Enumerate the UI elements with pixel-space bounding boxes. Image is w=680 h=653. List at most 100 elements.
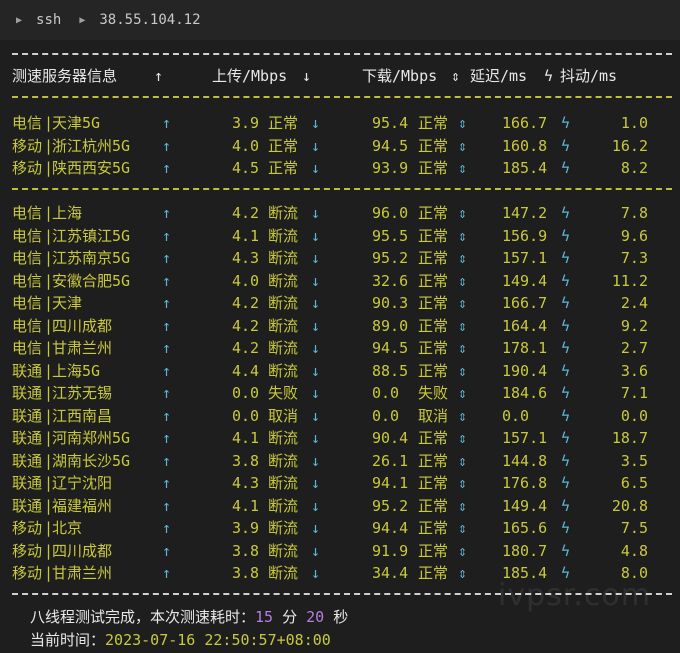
isp-name: 电信 [12,204,43,222]
bolt-icon: ϟ [561,316,571,335]
isp-name: 移动 [12,159,43,177]
city-name: 北京 [52,519,83,537]
upload-value: 3.9 [232,114,260,132]
isp-name: 联通 [12,384,43,402]
upload-value: 4.2 [232,316,260,335]
upload-value: 4.2 [232,204,260,222]
down-arrow-icon: ↓ [311,496,321,515]
upload-value: 4.0 [232,271,260,290]
latency-value: 149.4 [502,496,548,515]
download-value: 94.5 [372,136,409,155]
download-value: 96.0 [372,204,409,222]
download-value: 0.0 [372,384,400,402]
upload-status: 断流 [268,294,299,312]
play-icon: ▶ [79,14,86,26]
table-header: 测速服务器信息 ↑ 上传/Mbps ↓ 下载/Mbps ⇕ 延迟/ms ϟ 抖动… [0,65,680,87]
bolt-icon: ϟ [561,429,571,447]
down-arrow-icon: ↓ [302,67,312,85]
jitter-value: 1.0 [620,114,648,132]
table-row: 联通 | 上海5G ↑ 4.4 断流 ↓ 88.5 正常 ⇕ 190.4 ϟ 3.6 [0,360,680,382]
latency-value: 147.2 [502,204,548,222]
download-value: 0.0 [372,406,400,425]
jitter-value: 7.5 [620,519,648,537]
jitter-value: 7.1 [620,384,648,402]
upload-status: 断流 [268,249,299,267]
isp-name: 电信 [12,316,43,335]
upload-value: 3.9 [232,519,260,537]
city-name: 辽宁沈阳 [52,474,113,492]
upload-status: 正常 [268,136,299,155]
up-arrow-icon: ↑ [162,271,172,290]
isp-name: 移动 [12,541,43,560]
upload-status: 断流 [268,226,299,245]
upload-value: 4.4 [232,361,260,380]
jitter-value: 9.2 [620,316,648,335]
download-status: 正常 [418,249,449,267]
table-row: 移动 | 四川成都 ↑ 3.8 断流 ↓ 91.9 正常 ⇕ 180.7 ϟ 4.8 [0,540,680,562]
up-arrow-icon: ↑ [162,406,172,425]
upload-status: 断流 [268,564,299,582]
upload-value: 4.0 [232,136,260,155]
jitter-value: 0.0 [620,406,648,425]
up-arrow-icon: ↑ [162,474,172,492]
download-status: 失败 [418,384,449,402]
up-arrow-icon: ↑ [162,384,172,402]
bolt-icon: ϟ [561,361,571,380]
upload-value: 3.8 [232,451,260,470]
download-value: 90.3 [372,294,409,312]
app-name: ssh [36,12,62,28]
upload-status: 断流 [268,361,299,380]
table-row: 联通 | 江苏无锡 ↑ 0.0 失败 ↓ 0.0 失败 ⇕ 184.6 ϟ 7.1 [0,382,680,404]
updown-arrow-icon: ⇕ [458,541,468,560]
updown-arrow-icon: ⇕ [458,249,468,267]
header-server: 测速服务器信息 [12,67,118,85]
city-name: 湖南长沙5G [52,451,131,470]
down-arrow-icon: ↓ [311,249,321,267]
jitter-value: 8.2 [620,159,648,177]
down-arrow-icon: ↓ [311,541,321,560]
up-arrow-icon: ↑ [162,451,172,470]
terminal-output: 测速服务器信息 ↑ 上传/Mbps ↓ 下载/Mbps ⇕ 延迟/ms ϟ 抖动… [0,40,680,653]
latency-value: 149.4 [502,271,548,290]
download-status: 正常 [418,564,449,582]
header-upload: 上传/Mbps [212,67,288,85]
bolt-icon: ϟ [561,136,571,155]
footer-duration: 八线程测试完成，本次测速耗时：15 分 20 秒 [30,606,348,627]
updown-arrow-icon: ⇕ [458,339,468,357]
bolt-icon: ϟ [561,384,571,402]
bolt-icon: ϟ [561,451,571,470]
upload-value: 0.0 [232,384,260,402]
up-arrow-icon: ↑ [162,226,172,245]
upload-value: 0.0 [232,406,260,425]
isp-name: 电信 [12,294,43,312]
city-name: 上海 [52,204,83,222]
updown-arrow-icon: ⇕ [458,564,468,582]
latency-value: 178.1 [502,339,548,357]
up-arrow-icon: ↑ [154,67,164,85]
download-value: 91.9 [372,541,409,560]
upload-value: 4.2 [232,294,260,312]
bolt-icon: ϟ [561,496,571,515]
jitter-value: 7.8 [620,204,648,222]
download-value: 88.5 [372,361,409,380]
upload-value: 4.2 [232,339,260,357]
download-status: 正常 [418,541,449,560]
jitter-value: 16.2 [611,136,648,155]
download-status: 正常 [418,226,449,245]
done-text: 八线程测试完成，本次测速耗时： [30,608,256,626]
up-arrow-icon: ↑ [162,519,172,537]
upload-status: 正常 [268,114,299,132]
up-arrow-icon: ↑ [162,294,172,312]
up-arrow-icon: ↑ [162,496,172,515]
jitter-value: 9.6 [620,226,648,245]
isp-name: 联通 [12,474,43,492]
updown-arrow-icon: ⇕ [458,384,468,402]
latency-value: 165.6 [502,519,548,537]
latency-value: 176.8 [502,474,548,492]
download-status: 正常 [418,204,449,222]
down-arrow-icon: ↓ [311,271,321,290]
down-arrow-icon: ↓ [311,361,321,380]
isp-name: 联通 [12,429,43,447]
city-name: 安徽合肥5G [52,271,131,290]
divider-group [12,188,672,190]
